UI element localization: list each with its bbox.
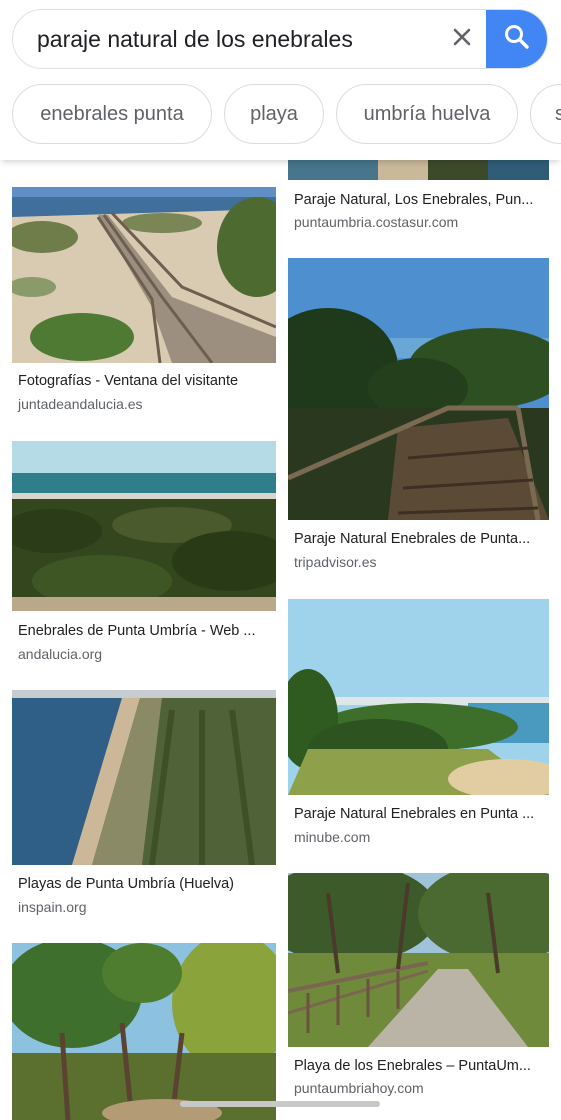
result-card-puntaumbriahoy[interactable]: Playa de los Enebrales – PuntaUm... punt… (288, 873, 549, 1103)
chip-enebrales-punta[interactable]: enebrales punta (12, 84, 212, 144)
search-input[interactable]: paraje natural de los enebrales (37, 10, 353, 68)
search-icon (503, 23, 531, 56)
result-thumbnail[interactable] (288, 258, 549, 520)
result-card-andalucia[interactable]: Enebrales de Punta Umbría - Web ... anda… (12, 441, 276, 671)
result-source: puntaumbria.costasur.com (294, 214, 459, 230)
search-button[interactable] (486, 10, 547, 68)
result-thumbnail[interactable] (12, 441, 276, 611)
chip-playa[interactable]: playa (224, 84, 324, 144)
result-card-tripadvisor[interactable]: Paraje Natural Enebrales de Punta... tri… (288, 258, 549, 576)
result-thumbnail[interactable] (288, 160, 549, 180)
result-thumbnail[interactable] (288, 599, 549, 795)
result-card-ventana-visitante[interactable]: Fotografías - Ventana del visitante junt… (12, 187, 276, 427)
result-source: juntadeandalucia.es (18, 396, 143, 412)
result-thumbnail[interactable] (12, 187, 276, 363)
result-card-minube[interactable]: Paraje Natural Enebrales en Punta ... mi… (288, 599, 549, 849)
result-title[interactable]: Paraje Natural, Los Enebrales, Pun... (294, 192, 549, 208)
result-source: minube.com (294, 829, 371, 845)
result-source: andalucia.org (18, 646, 103, 662)
close-icon (452, 27, 472, 52)
result-card-pines[interactable] (12, 943, 276, 1120)
chip-partial[interactable]: s (530, 84, 561, 144)
home-indicator[interactable] (180, 1101, 380, 1107)
result-thumbnail[interactable] (12, 943, 276, 1120)
result-title[interactable]: Playa de los Enebrales – PuntaUm... (294, 1058, 549, 1074)
search-header: paraje natural de los enebrales enebrale… (0, 0, 561, 160)
result-card-inspain[interactable]: Playas de Punta Umbría (Huelva) inspain.… (12, 690, 276, 920)
clear-button[interactable] (443, 20, 481, 58)
search-bar[interactable]: paraje natural de los enebrales (12, 9, 548, 69)
result-title[interactable]: Playas de Punta Umbría (Huelva) (18, 876, 274, 892)
result-thumbnail[interactable] (288, 873, 549, 1047)
result-title[interactable]: Paraje Natural Enebrales en Punta ... (294, 806, 549, 822)
result-title[interactable]: Paraje Natural Enebrales de Punta... (294, 531, 549, 547)
result-card-costasur[interactable]: Paraje Natural, Los Enebrales, Pun... pu… (288, 160, 549, 240)
result-title[interactable]: Fotografías - Ventana del visitante (18, 373, 274, 389)
result-title[interactable]: Enebrales de Punta Umbría - Web ... (18, 623, 274, 639)
result-source: inspain.org (18, 899, 87, 915)
result-source: tripadvisor.es (294, 554, 377, 570)
suggestion-chips: enebrales punta playa umbría huelva s (12, 84, 561, 146)
chip-umbria-huelva[interactable]: umbría huelva (336, 84, 518, 144)
result-thumbnail[interactable] (12, 690, 276, 865)
result-source: puntaumbriahoy.com (294, 1080, 424, 1096)
